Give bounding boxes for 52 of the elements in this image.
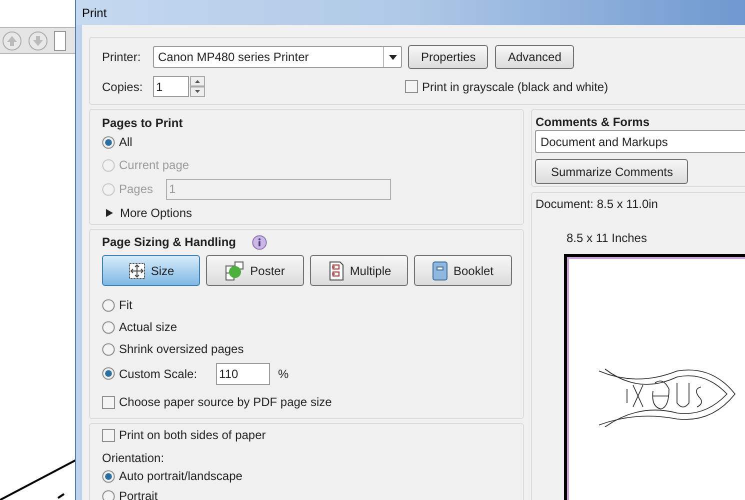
- checkbox[interactable]: [102, 396, 115, 408]
- radio-label: All: [119, 134, 132, 152]
- more-options-toggle[interactable]: More Options: [102, 202, 524, 224]
- checkbox-label: Choose paper source by PDF page size: [119, 394, 332, 411]
- radio-button[interactable]: [102, 298, 115, 312]
- window-title: Print: [82, 4, 107, 22]
- radio-button[interactable]: [102, 470, 115, 482]
- document-size-text: Document: 8.5 x 11.0in: [535, 196, 659, 211]
- spinner-icon[interactable]: [190, 76, 205, 97]
- radio-button[interactable]: [102, 342, 115, 356]
- info-icon[interactable]: [252, 234, 268, 250]
- mode-button[interactable]: Multiple: [310, 255, 408, 286]
- radio-button[interactable]: [102, 490, 115, 500]
- summarize-comments-button[interactable]: Summarize Comments: [535, 159, 688, 184]
- properties-button[interactable]: Properties: [408, 45, 488, 69]
- comments-dropdown[interactable]: Document and Markups: [535, 130, 745, 153]
- checkbox[interactable]: [405, 80, 418, 93]
- radio-label: Actual size: [119, 319, 178, 336]
- checkbox[interactable]: [102, 428, 115, 442]
- radio-button[interactable]: [102, 136, 115, 149]
- section-title: Comments & Forms: [535, 114, 650, 129]
- radio-label: Auto portrait/landscape: [119, 468, 242, 485]
- printer-label: Printer:: [102, 49, 142, 66]
- advanced-button[interactable]: Advanced: [495, 45, 574, 69]
- radio-label: Shrink oversized pages: [119, 341, 244, 358]
- radio-label: Pages: [119, 181, 154, 198]
- unit-label: %: [278, 366, 289, 382]
- page-field[interactable]: [54, 30, 66, 50]
- printer-dropdown[interactable]: Canon MP480 series Printer: [153, 46, 402, 68]
- scale-field[interactable]: 110: [216, 362, 270, 384]
- checkbox-label: Print on both sides of paper: [119, 427, 266, 444]
- multiple-pages-icon: [326, 260, 345, 280]
- radio-label: Custom Scale:: [119, 366, 198, 382]
- copies-label: Copies:: [102, 78, 144, 96]
- orientation-label: Orientation:: [102, 450, 166, 466]
- poster-tiles-icon: [225, 260, 246, 280]
- grayscale-label: Print in grayscale (black and white): [422, 78, 608, 96]
- booklet-icon: [432, 260, 448, 280]
- section-title: Pages to Print: [102, 115, 184, 131]
- mode-button[interactable]: Booklet: [414, 255, 512, 286]
- mode-button[interactable]: Size: [102, 255, 200, 286]
- triangle-icon: [106, 209, 113, 218]
- resize-arrows-icon: [128, 262, 146, 280]
- section-title: Page Sizing & Handling: [102, 234, 236, 251]
- radio-label: Portrait: [119, 488, 158, 500]
- radio-label: Fit: [119, 297, 132, 314]
- radio-button[interactable]: [102, 367, 115, 380]
- copies-field[interactable]: 1: [153, 76, 189, 97]
- paper-size-text: 8.5 x 11 Inches: [566, 230, 648, 247]
- radio-label: Current page: [119, 157, 190, 174]
- mode-button[interactable]: Poster: [206, 255, 304, 286]
- radio-button[interactable]: [102, 320, 115, 334]
